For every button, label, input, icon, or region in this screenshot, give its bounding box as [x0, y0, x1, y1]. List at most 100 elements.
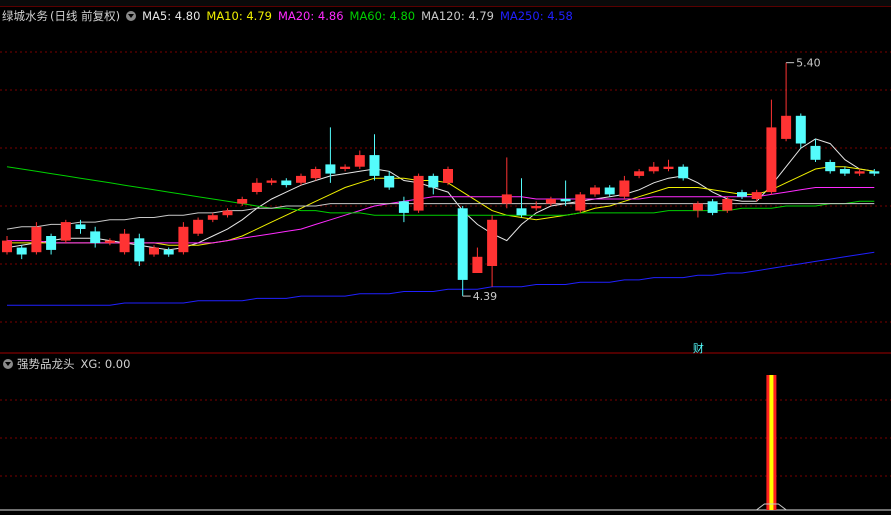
candle-body — [46, 236, 57, 250]
candle-body — [354, 155, 365, 167]
candlestick — [2, 236, 12, 255]
candle-body — [781, 115, 792, 139]
candle-body — [251, 182, 262, 192]
candlestick — [193, 217, 204, 236]
candlestick — [472, 247, 483, 273]
signal-bar-inner — [769, 375, 774, 510]
moving-average-lines — [6, 138, 875, 306]
candlestick — [663, 159, 674, 172]
candle-body — [663, 166, 674, 169]
candlestick — [545, 196, 556, 206]
candlestick — [281, 178, 292, 188]
candle-body — [501, 194, 512, 204]
candle-body — [839, 169, 850, 174]
candlestick — [90, 226, 101, 248]
candlestick — [46, 233, 57, 255]
candlestick — [575, 192, 586, 213]
candlestick — [810, 138, 821, 163]
candlestick — [325, 127, 336, 183]
candle-body — [722, 199, 733, 211]
candle-body — [398, 201, 409, 213]
candlestick — [134, 233, 145, 267]
candlestick — [310, 166, 321, 181]
candle-body — [222, 210, 233, 216]
candlestick — [222, 208, 233, 218]
candle-body — [413, 175, 424, 211]
candle-body — [737, 192, 747, 197]
candlestick — [516, 178, 527, 218]
candle-body — [119, 233, 130, 253]
candle-body — [854, 171, 865, 174]
candle-body — [825, 162, 836, 172]
candle-body — [766, 127, 777, 193]
candlestick — [590, 185, 600, 197]
candle-body — [545, 199, 556, 204]
candlestick — [443, 166, 453, 186]
candle-body — [340, 166, 351, 169]
candle-body — [178, 226, 189, 253]
candle-body — [237, 199, 248, 204]
candle-body — [134, 238, 145, 262]
candle-body — [90, 231, 101, 243]
candlestick — [648, 162, 659, 174]
candlestick — [531, 201, 542, 211]
candlestick — [119, 229, 130, 255]
candle-body — [369, 155, 380, 176]
candlestick — [678, 164, 689, 181]
candle-body — [163, 249, 174, 255]
candlestick — [692, 201, 703, 218]
candle-body — [75, 224, 86, 229]
candle-body — [634, 171, 645, 176]
candlestick — [707, 199, 718, 216]
candle-body — [296, 175, 306, 183]
candle-body — [325, 164, 336, 174]
candlestick — [795, 113, 806, 149]
candle-body — [590, 187, 600, 195]
candlestick — [428, 173, 439, 195]
candlestick — [619, 175, 630, 200]
candle-body — [707, 201, 718, 213]
candle-body — [869, 171, 880, 174]
candlestick — [501, 157, 512, 209]
grid-lines — [0, 51, 891, 511]
low-price-label: 4.39 — [473, 290, 498, 303]
candlestick — [340, 164, 351, 172]
candlestick — [839, 166, 850, 176]
candle-body — [678, 166, 689, 179]
candlesticks — [2, 62, 880, 297]
candle-body — [560, 199, 571, 202]
candlestick — [31, 222, 42, 255]
candle-body — [692, 203, 703, 211]
candlestick — [457, 205, 468, 297]
candlestick — [781, 62, 792, 142]
candlestick — [266, 178, 277, 186]
high-price-label: 5.40 — [796, 57, 821, 70]
ma-line-ma120 — [6, 203, 875, 230]
candle-body — [472, 256, 483, 273]
candlestick — [251, 178, 262, 195]
candle-body — [751, 192, 762, 199]
candle-body — [457, 208, 468, 280]
candle-body — [575, 194, 586, 211]
candle-body — [810, 145, 821, 160]
candlestick — [604, 185, 615, 197]
candle-body — [310, 169, 321, 179]
candle-body — [795, 115, 806, 144]
ma-line-ma60 — [6, 166, 875, 216]
candlestick — [104, 238, 115, 246]
signal-bars — [756, 375, 787, 511]
candle-body — [2, 240, 12, 253]
kline-chart[interactable]: 5.40 4.39 财 — [0, 0, 891, 515]
candle-body — [60, 222, 71, 241]
candlestick — [766, 99, 777, 195]
candlestick — [487, 215, 498, 287]
candle-body — [384, 175, 395, 188]
finance-marker: 财 — [693, 341, 704, 355]
candle-body — [104, 240, 115, 243]
candlestick — [737, 189, 747, 200]
candle-body — [149, 247, 159, 255]
candle-body — [16, 247, 27, 255]
candle-body — [604, 187, 615, 195]
candle-body — [516, 208, 527, 216]
candlestick — [354, 150, 365, 169]
